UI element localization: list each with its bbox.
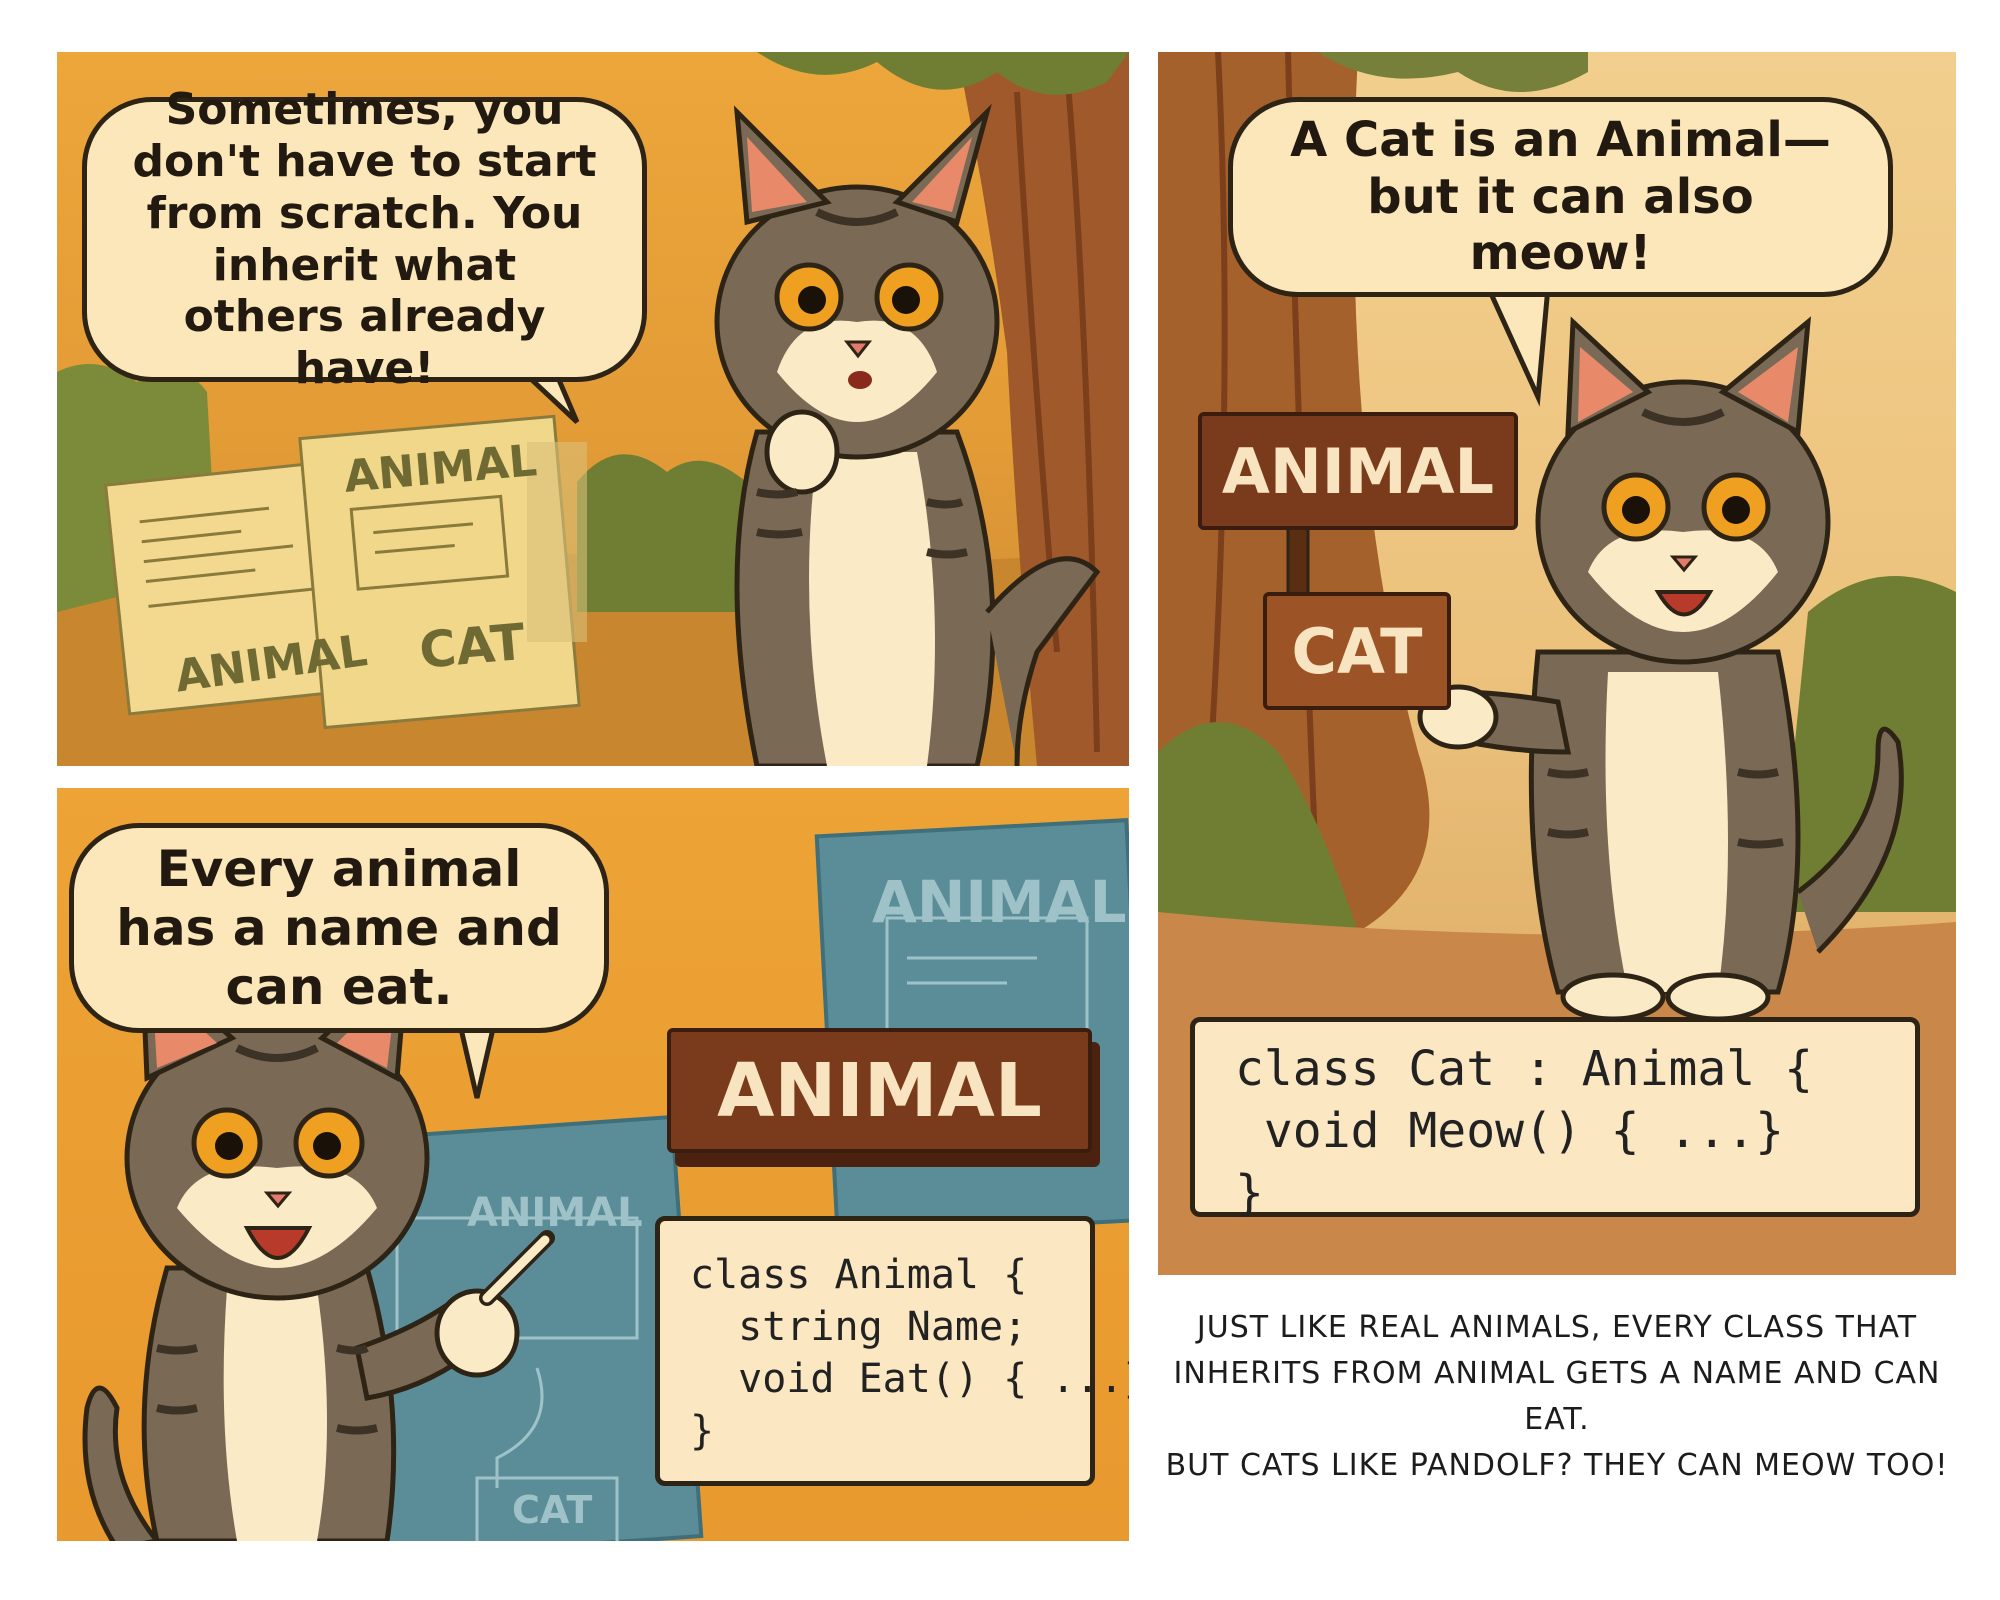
- sign-animal: ANIMAL: [667, 1028, 1092, 1153]
- paper-label-cat: CAT: [417, 612, 528, 680]
- blueprint-bottom-label: CAT: [512, 1488, 593, 1532]
- sign-animal-label: ANIMAL: [1221, 434, 1495, 508]
- sign-animal: ANIMAL: [1198, 412, 1518, 530]
- speech-bubble-tail: [1484, 284, 1568, 411]
- speech-bubble: A Cat is an Animal— but it can also meow…: [1228, 97, 1893, 297]
- sign-cat-label: CAT: [1291, 614, 1423, 688]
- comic-panel-2: A Cat is an Animal— but it can also meow…: [1158, 52, 1956, 1275]
- speech-bubble: Every animal has a name and can eat.: [69, 823, 609, 1033]
- caption-text: Just like real animals, every class that…: [1165, 1310, 1949, 1483]
- sign-animal-label: ANIMAL: [717, 1047, 1042, 1134]
- speech-text: A Cat is an Animal— but it can also meow…: [1290, 112, 1831, 282]
- speech-text: Sometimes, you don't have to start from …: [132, 83, 597, 395]
- code-block-animal: class Animal { string Name; void Eat() {…: [655, 1216, 1129, 1486]
- comic-panel-3: Every animal has a name and can eat. ANI…: [57, 788, 1129, 1541]
- comic-panel-1: Sometimes, you don't have to start from …: [57, 52, 1129, 766]
- blueprint-top-label: ANIMAL: [872, 868, 1127, 936]
- sign-cat: CAT: [1263, 592, 1451, 710]
- speech-bubble: Sometimes, you don't have to start from …: [82, 84, 647, 394]
- code-block-cat: class Cat : Animal { void Meow() { ...} …: [1190, 1017, 1920, 1221]
- speech-text: Every animal has a name and can eat.: [116, 839, 562, 1016]
- blueprint-left-label: ANIMAL: [467, 1190, 643, 1236]
